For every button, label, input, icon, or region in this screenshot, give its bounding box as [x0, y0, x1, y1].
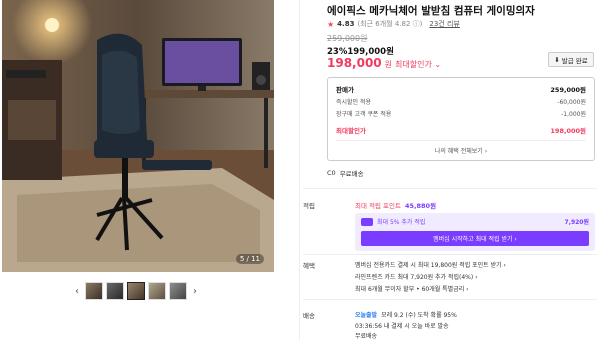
product-title: 에이픽스 메카닉체어 발받침 컴퓨터 게이밍의자: [327, 5, 535, 17]
divider: [299, 0, 300, 340]
free-shipping-row: Ⅽ0 무료배송: [327, 168, 364, 178]
divider: [303, 188, 597, 189]
delivery-cutoff: 03:36:56 내 결제 시 오늘 바로 발송: [355, 323, 449, 330]
price-row: 최대할인가 198,000원: [336, 125, 586, 135]
max-discount-price: 198,000: [327, 56, 382, 70]
thumbnail[interactable]: [127, 282, 145, 300]
divider: [303, 299, 597, 300]
review-link[interactable]: 23건 리뷰: [429, 19, 459, 29]
thumbnail[interactable]: [106, 282, 124, 300]
thumbnail[interactable]: [85, 282, 103, 300]
shipping-icon: Ⅽ0: [327, 169, 336, 177]
max-points-row: 최대 적립 포인트 45,880원: [355, 200, 436, 210]
points-label: 적립: [303, 202, 315, 210]
membership-text: 최대 5% 추가 적립: [377, 219, 426, 226]
chevron-left-icon[interactable]: ‹: [72, 286, 82, 297]
max-points-text: 최대 적립 포인트: [355, 202, 401, 210]
benefit-link[interactable]: 멤버십 전용카드 결제 시 최대 19,800원 적립 포인트 받기 ›: [355, 260, 506, 269]
delivery-eta-row: 오늘출발 모레 9.2 (수) 도착 확률 95%: [355, 310, 457, 319]
price-row-label: 최대할인가: [336, 127, 366, 135]
rating-meta: (최근 6개월 4.82 ⓘ): [357, 20, 423, 28]
max-points-value: 45,880원: [405, 202, 437, 210]
rating-score: 4.83: [337, 20, 355, 28]
price-row: 즉시할인 적용 -60,000원: [336, 97, 586, 106]
benefit-label: 혜택: [303, 262, 315, 270]
star-icon: ★: [327, 19, 335, 29]
price-row: 장구매 고객 쿠폰 적용 -1,000원: [336, 109, 586, 118]
thumbnail-strip: ‹ ›: [72, 281, 207, 301]
sale-unit: 원: [384, 60, 393, 69]
price-row-value: -60,000원: [557, 99, 586, 106]
thumbnail[interactable]: [148, 282, 166, 300]
thumbnail[interactable]: [169, 282, 187, 300]
membership-text-row: 최대 5% 추가 적립: [361, 217, 425, 226]
original-price: 259,000원: [327, 34, 368, 43]
membership-amount: 7,920원: [564, 219, 590, 226]
divider: [336, 140, 586, 141]
max-discount-price-row: 198,000 원 최대할인가 ⌄: [327, 56, 441, 70]
product-main-image[interactable]: 5 / 11: [2, 0, 274, 272]
download-icon: ⬇: [554, 55, 560, 64]
coupon-issued-button[interactable]: ⬇ 발급 완료: [548, 52, 594, 67]
chevron-right-icon[interactable]: ›: [190, 286, 200, 297]
price-row-value: 259,000원: [550, 86, 586, 94]
price-row-label: 판매가: [336, 86, 354, 94]
price-row: 판매가 259,000원: [336, 84, 586, 94]
today-dispatch-badge: 오늘출발: [355, 312, 378, 319]
membership-badge-icon: [361, 217, 373, 226]
price-breakdown-box: 판매가 259,000원 즉시할인 적용 -60,000원 장구매 고객 쿠폰 …: [327, 77, 595, 161]
delivery-fee: 무료배송: [355, 333, 378, 340]
image-counter: 5 / 11: [235, 254, 264, 264]
max-discount-toggle[interactable]: 최대할인가 ⌄: [395, 59, 441, 70]
price-row-label: 즉시할인 적용: [336, 99, 372, 106]
view-all-benefits-link[interactable]: 나의 혜택 전체보기 ›: [328, 146, 594, 155]
free-shipping-label: 무료배송: [339, 170, 364, 178]
membership-start-button[interactable]: 멤버십 시작하고 최대 적립 받기 ›: [361, 231, 589, 246]
rating-row: ★ 4.83 (최근 6개월 4.82 ⓘ) 23건 리뷰: [327, 19, 460, 29]
delivery-label: 배송: [303, 312, 315, 320]
benefit-link[interactable]: 최대 6개월 무이자 할부 • 60개월 특별금리 ›: [355, 284, 469, 293]
membership-box: 최대 5% 추가 적립 7,920원 멤버십 시작하고 최대 적립 받기 ›: [355, 213, 595, 251]
price-row-label: 장구매 고객 쿠폰 적용: [336, 111, 392, 118]
benefit-link[interactable]: 라인프렌즈 카드 최대 7,920원 추가 적립(4%) ›: [355, 272, 478, 281]
delivery-eta: 모레 9.2 (수) 도착 확률 95%: [381, 312, 457, 319]
price-row-value: 198,000원: [550, 127, 586, 135]
coupon-button-label: 발급 완료: [561, 56, 588, 65]
divider: [303, 254, 597, 255]
price-row-value: -1,000원: [561, 111, 586, 118]
